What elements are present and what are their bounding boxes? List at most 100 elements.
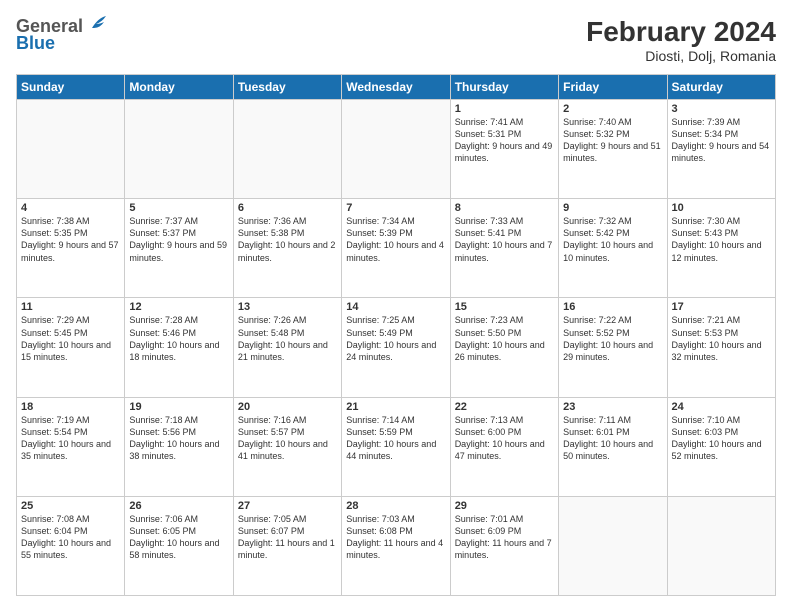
day-info: Sunrise: 7:29 AM Sunset: 5:45 PM Dayligh… <box>21 314 120 363</box>
day-number: 17 <box>672 301 771 313</box>
day-number: 5 <box>129 202 228 214</box>
day-number: 19 <box>129 401 228 413</box>
day-info: Sunrise: 7:16 AM Sunset: 5:57 PM Dayligh… <box>238 414 337 463</box>
day-number: 8 <box>455 202 554 214</box>
calendar-cell: 14Sunrise: 7:25 AM Sunset: 5:49 PM Dayli… <box>342 298 450 397</box>
day-info: Sunrise: 7:18 AM Sunset: 5:56 PM Dayligh… <box>129 414 228 463</box>
day-number: 14 <box>346 301 445 313</box>
day-info: Sunrise: 7:06 AM Sunset: 6:05 PM Dayligh… <box>129 513 228 562</box>
page: General Blue February 2024 Diosti, Dolj,… <box>0 0 792 612</box>
calendar-cell: 22Sunrise: 7:13 AM Sunset: 6:00 PM Dayli… <box>450 397 558 496</box>
day-number: 10 <box>672 202 771 214</box>
weekday-header: Saturday <box>667 75 775 100</box>
calendar-cell: 23Sunrise: 7:11 AM Sunset: 6:01 PM Dayli… <box>559 397 667 496</box>
day-number: 22 <box>455 401 554 413</box>
day-info: Sunrise: 7:25 AM Sunset: 5:49 PM Dayligh… <box>346 314 445 363</box>
day-number: 23 <box>563 401 662 413</box>
calendar-cell: 1Sunrise: 7:41 AM Sunset: 5:31 PM Daylig… <box>450 100 558 199</box>
day-number: 24 <box>672 401 771 413</box>
day-info: Sunrise: 7:30 AM Sunset: 5:43 PM Dayligh… <box>672 215 771 264</box>
day-number: 26 <box>129 500 228 512</box>
calendar-cell: 19Sunrise: 7:18 AM Sunset: 5:56 PM Dayli… <box>125 397 233 496</box>
calendar-cell: 11Sunrise: 7:29 AM Sunset: 5:45 PM Dayli… <box>17 298 125 397</box>
weekday-header: Friday <box>559 75 667 100</box>
calendar-week-row: 4Sunrise: 7:38 AM Sunset: 5:35 PM Daylig… <box>17 199 776 298</box>
calendar-cell: 13Sunrise: 7:26 AM Sunset: 5:48 PM Dayli… <box>233 298 341 397</box>
day-number: 6 <box>238 202 337 214</box>
calendar-cell <box>559 496 667 595</box>
day-info: Sunrise: 7:33 AM Sunset: 5:41 PM Dayligh… <box>455 215 554 264</box>
day-info: Sunrise: 7:32 AM Sunset: 5:42 PM Dayligh… <box>563 215 662 264</box>
calendar-title: February 2024 <box>586 16 776 48</box>
day-number: 11 <box>21 301 120 313</box>
day-info: Sunrise: 7:38 AM Sunset: 5:35 PM Dayligh… <box>21 215 120 264</box>
day-info: Sunrise: 7:14 AM Sunset: 5:59 PM Dayligh… <box>346 414 445 463</box>
calendar-cell: 2Sunrise: 7:40 AM Sunset: 5:32 PM Daylig… <box>559 100 667 199</box>
logo-bird-icon <box>84 14 106 36</box>
day-info: Sunrise: 7:40 AM Sunset: 5:32 PM Dayligh… <box>563 116 662 165</box>
day-info: Sunrise: 7:08 AM Sunset: 6:04 PM Dayligh… <box>21 513 120 562</box>
calendar-cell: 5Sunrise: 7:37 AM Sunset: 5:37 PM Daylig… <box>125 199 233 298</box>
calendar-cell: 25Sunrise: 7:08 AM Sunset: 6:04 PM Dayli… <box>17 496 125 595</box>
weekday-header: Monday <box>125 75 233 100</box>
day-info: Sunrise: 7:34 AM Sunset: 5:39 PM Dayligh… <box>346 215 445 264</box>
day-info: Sunrise: 7:23 AM Sunset: 5:50 PM Dayligh… <box>455 314 554 363</box>
day-number: 21 <box>346 401 445 413</box>
calendar-week-row: 25Sunrise: 7:08 AM Sunset: 6:04 PM Dayli… <box>17 496 776 595</box>
day-info: Sunrise: 7:21 AM Sunset: 5:53 PM Dayligh… <box>672 314 771 363</box>
day-number: 9 <box>563 202 662 214</box>
day-info: Sunrise: 7:13 AM Sunset: 6:00 PM Dayligh… <box>455 414 554 463</box>
weekday-header: Sunday <box>17 75 125 100</box>
day-info: Sunrise: 7:11 AM Sunset: 6:01 PM Dayligh… <box>563 414 662 463</box>
day-info: Sunrise: 7:19 AM Sunset: 5:54 PM Dayligh… <box>21 414 120 463</box>
day-info: Sunrise: 7:39 AM Sunset: 5:34 PM Dayligh… <box>672 116 771 165</box>
calendar-week-row: 11Sunrise: 7:29 AM Sunset: 5:45 PM Dayli… <box>17 298 776 397</box>
weekday-header: Thursday <box>450 75 558 100</box>
calendar-cell: 6Sunrise: 7:36 AM Sunset: 5:38 PM Daylig… <box>233 199 341 298</box>
day-info: Sunrise: 7:05 AM Sunset: 6:07 PM Dayligh… <box>238 513 337 562</box>
calendar-cell <box>17 100 125 199</box>
calendar-cell: 7Sunrise: 7:34 AM Sunset: 5:39 PM Daylig… <box>342 199 450 298</box>
day-number: 3 <box>672 103 771 115</box>
calendar-cell: 9Sunrise: 7:32 AM Sunset: 5:42 PM Daylig… <box>559 199 667 298</box>
day-info: Sunrise: 7:03 AM Sunset: 6:08 PM Dayligh… <box>346 513 445 562</box>
day-number: 15 <box>455 301 554 313</box>
calendar-cell <box>233 100 341 199</box>
day-info: Sunrise: 7:26 AM Sunset: 5:48 PM Dayligh… <box>238 314 337 363</box>
calendar-cell: 21Sunrise: 7:14 AM Sunset: 5:59 PM Dayli… <box>342 397 450 496</box>
calendar-cell <box>125 100 233 199</box>
day-info: Sunrise: 7:01 AM Sunset: 6:09 PM Dayligh… <box>455 513 554 562</box>
day-number: 13 <box>238 301 337 313</box>
day-info: Sunrise: 7:36 AM Sunset: 5:38 PM Dayligh… <box>238 215 337 264</box>
calendar-cell: 28Sunrise: 7:03 AM Sunset: 6:08 PM Dayli… <box>342 496 450 595</box>
day-number: 25 <box>21 500 120 512</box>
calendar-cell: 20Sunrise: 7:16 AM Sunset: 5:57 PM Dayli… <box>233 397 341 496</box>
calendar-cell: 27Sunrise: 7:05 AM Sunset: 6:07 PM Dayli… <box>233 496 341 595</box>
day-number: 16 <box>563 301 662 313</box>
day-number: 18 <box>21 401 120 413</box>
day-number: 7 <box>346 202 445 214</box>
calendar-cell: 24Sunrise: 7:10 AM Sunset: 6:03 PM Dayli… <box>667 397 775 496</box>
day-number: 28 <box>346 500 445 512</box>
calendar-cell: 15Sunrise: 7:23 AM Sunset: 5:50 PM Dayli… <box>450 298 558 397</box>
calendar-cell: 4Sunrise: 7:38 AM Sunset: 5:35 PM Daylig… <box>17 199 125 298</box>
calendar-cell <box>342 100 450 199</box>
day-info: Sunrise: 7:41 AM Sunset: 5:31 PM Dayligh… <box>455 116 554 165</box>
calendar-cell: 12Sunrise: 7:28 AM Sunset: 5:46 PM Dayli… <box>125 298 233 397</box>
calendar-week-row: 18Sunrise: 7:19 AM Sunset: 5:54 PM Dayli… <box>17 397 776 496</box>
day-info: Sunrise: 7:10 AM Sunset: 6:03 PM Dayligh… <box>672 414 771 463</box>
day-number: 12 <box>129 301 228 313</box>
day-number: 4 <box>21 202 120 214</box>
calendar-cell: 26Sunrise: 7:06 AM Sunset: 6:05 PM Dayli… <box>125 496 233 595</box>
day-number: 27 <box>238 500 337 512</box>
calendar-cell: 18Sunrise: 7:19 AM Sunset: 5:54 PM Dayli… <box>17 397 125 496</box>
calendar-week-row: 1Sunrise: 7:41 AM Sunset: 5:31 PM Daylig… <box>17 100 776 199</box>
day-number: 20 <box>238 401 337 413</box>
day-number: 2 <box>563 103 662 115</box>
day-number: 1 <box>455 103 554 115</box>
calendar-subtitle: Diosti, Dolj, Romania <box>586 48 776 64</box>
weekday-header: Tuesday <box>233 75 341 100</box>
logo: General Blue <box>16 16 106 54</box>
day-info: Sunrise: 7:37 AM Sunset: 5:37 PM Dayligh… <box>129 215 228 264</box>
day-info: Sunrise: 7:28 AM Sunset: 5:46 PM Dayligh… <box>129 314 228 363</box>
